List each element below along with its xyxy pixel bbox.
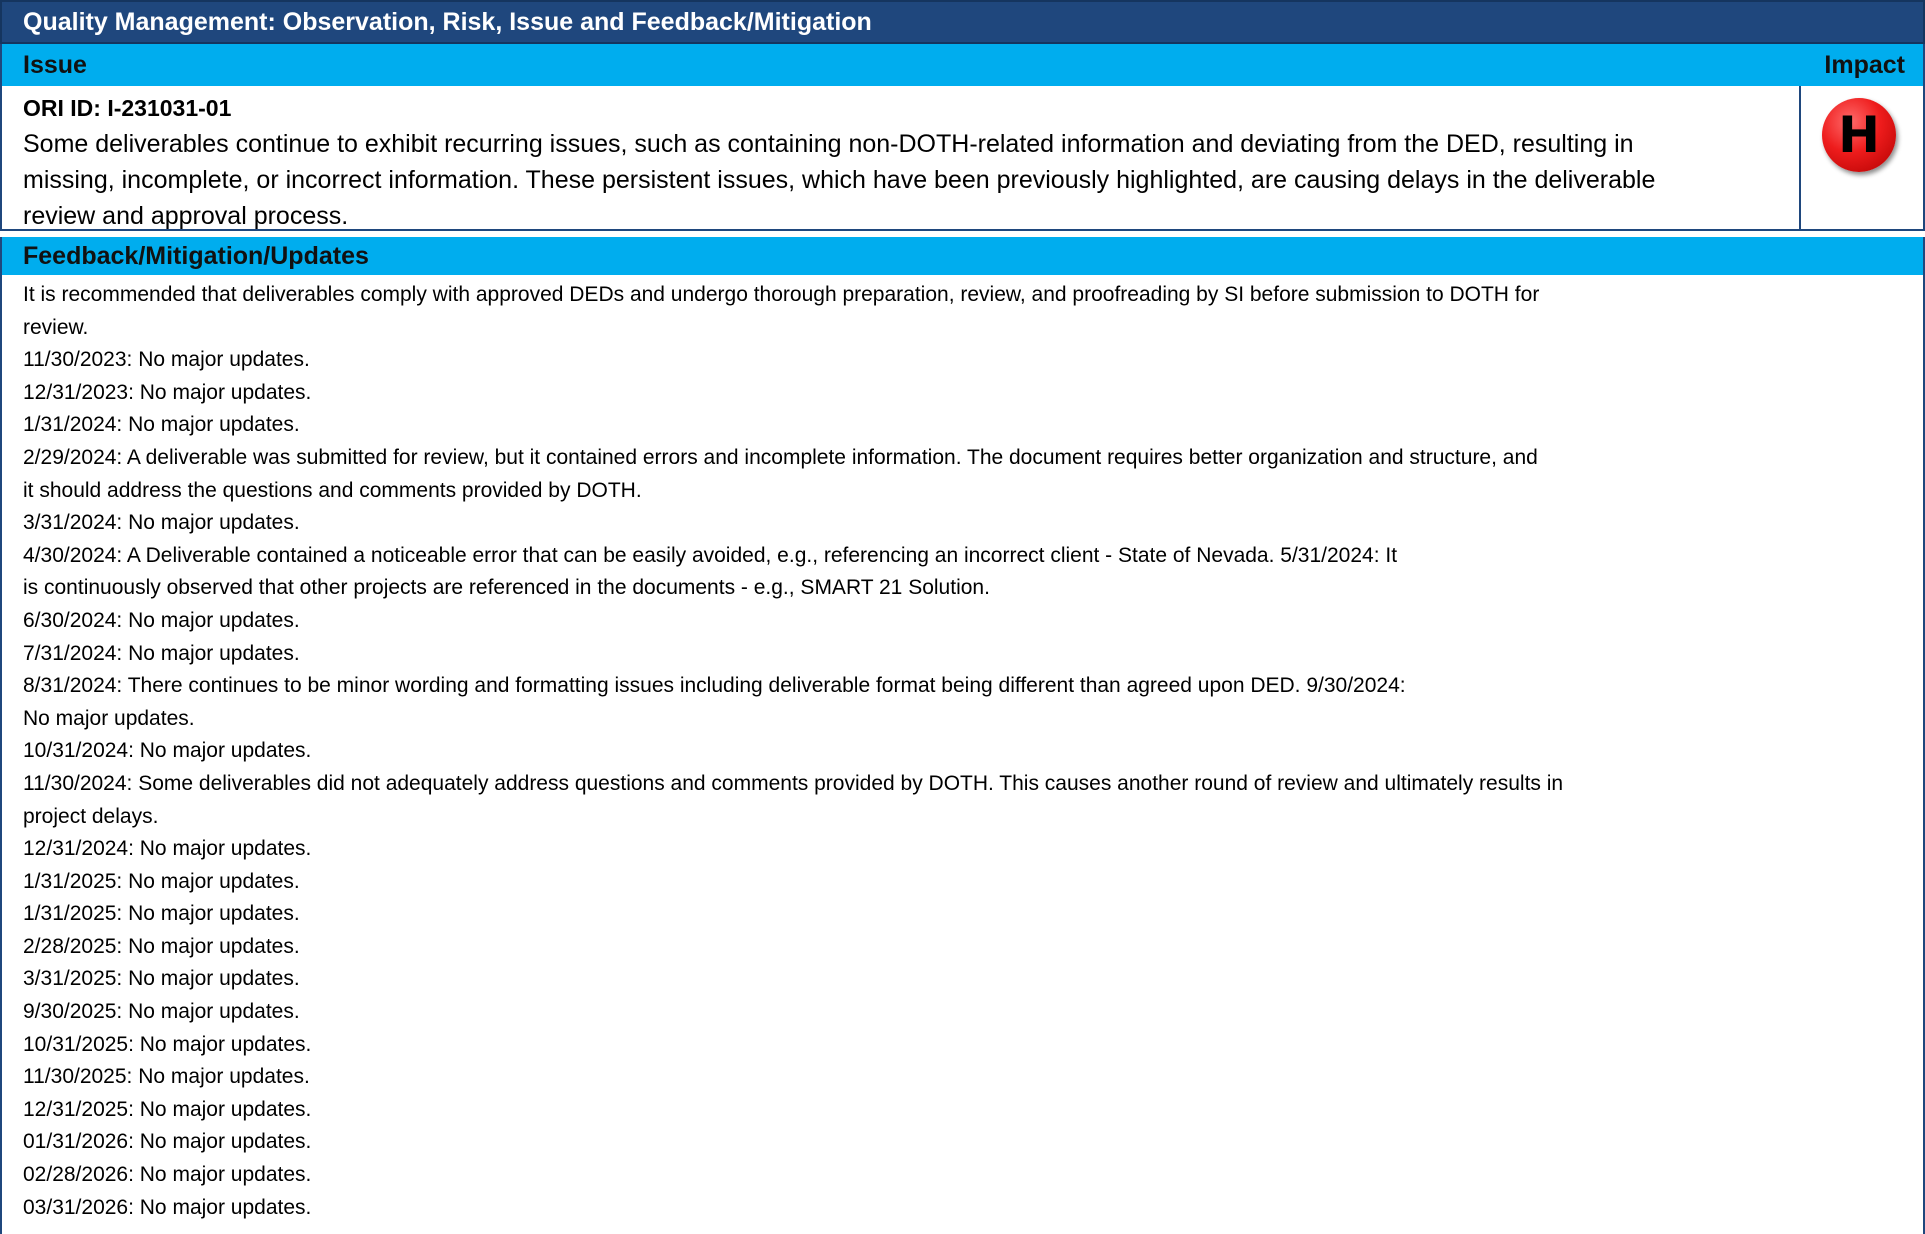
feedback-update-line: 12/31/2025: No major updates. xyxy=(23,1097,312,1121)
ori-id: ORI ID: I-231031-01 xyxy=(23,95,232,121)
issue-description-line: missing, incomplete, or incorrect inform… xyxy=(23,166,1656,194)
quality-management-sheet: Quality Management: Observation, Risk, I… xyxy=(0,0,1925,1234)
feedback-update-line: 2/28/2025: No major updates. xyxy=(23,934,300,958)
feedback-update-line: 1/31/2025: No major updates. xyxy=(23,902,300,926)
impact-high-badge-icon: H xyxy=(1822,98,1896,172)
feedback-list: It is recommended that deliverables comp… xyxy=(23,279,1903,1224)
feedback-update-line: 11/30/2024: Some deliverables did not ad… xyxy=(23,771,1564,795)
feedback-update-line: It is recommended that deliverables comp… xyxy=(23,283,1540,306)
issue-description-line: Some deliverables continue to exhibit re… xyxy=(23,130,1634,158)
feedback-update-line: 02/28/2026: No major updates. xyxy=(23,1163,312,1187)
issue-header-label: Issue xyxy=(23,51,87,79)
page-title: Quality Management: Observation, Risk, I… xyxy=(0,0,1925,44)
feedback-update-line: 1/31/2025: No major updates. xyxy=(23,869,300,893)
feedback-update-line: is continuously observed that other proj… xyxy=(23,576,990,600)
feedback-update-line: 8/31/2024: There continues to be minor w… xyxy=(23,674,1406,698)
feedback-update-line: 10/31/2024: No major updates. xyxy=(23,739,312,763)
feedback-update-line: 3/31/2024: No major updates. xyxy=(23,511,300,535)
feedback-header-label: Feedback/Mitigation/Updates xyxy=(23,242,369,270)
feedback-update-line: 10/31/2025: No major updates. xyxy=(23,1032,312,1056)
feedback-update-line: 7/31/2024: No major updates. xyxy=(23,641,300,665)
impact-header-label: Impact xyxy=(1824,51,1905,79)
issue-description-line: review and approval process. xyxy=(23,202,349,230)
feedback-update-line: 2/29/2024: A deliverable was submitted f… xyxy=(23,445,1538,469)
feedback-update-line: 03/31/2026: No major updates. xyxy=(23,1195,312,1219)
feedback-update-line: 12/31/2024: No major updates. xyxy=(23,837,312,861)
feedback-update-line: 9/30/2025: No major updates. xyxy=(23,1000,300,1024)
feedback-update-line: 01/31/2026: No major updates. xyxy=(23,1130,312,1154)
issue-section: ORI ID: I-231031-01 Some deliverables co… xyxy=(0,86,1925,231)
impact-column-divider xyxy=(1799,86,1801,229)
feedback-update-line: No major updates. xyxy=(23,706,195,730)
feedback-update-line: project delays. xyxy=(23,804,159,828)
feedback-update-line: it should address the questions and comm… xyxy=(23,478,642,502)
feedback-update-line: 11/30/2023: No major updates. xyxy=(23,348,310,372)
feedback-update-line: 12/31/2023: No major updates. xyxy=(23,380,312,404)
feedback-update-line: 1/31/2024: No major updates. xyxy=(23,413,300,437)
issue-header-band: Issue Impact xyxy=(0,44,1925,86)
feedback-update-line: 6/30/2024: No major updates. xyxy=(23,608,300,632)
feedback-update-line: 4/30/2024: A Deliverable contained a not… xyxy=(23,543,1398,567)
issue-body: ORI ID: I-231031-01 Some deliverables co… xyxy=(23,92,1793,234)
feedback-update-line: 3/31/2025: No major updates. xyxy=(23,967,300,991)
feedback-update-line: 11/30/2025: No major updates. xyxy=(23,1065,310,1089)
feedback-section: It is recommended that deliverables comp… xyxy=(0,275,1925,1234)
feedback-update-line: review. xyxy=(23,315,89,339)
feedback-header-band: Feedback/Mitigation/Updates xyxy=(0,237,1925,275)
